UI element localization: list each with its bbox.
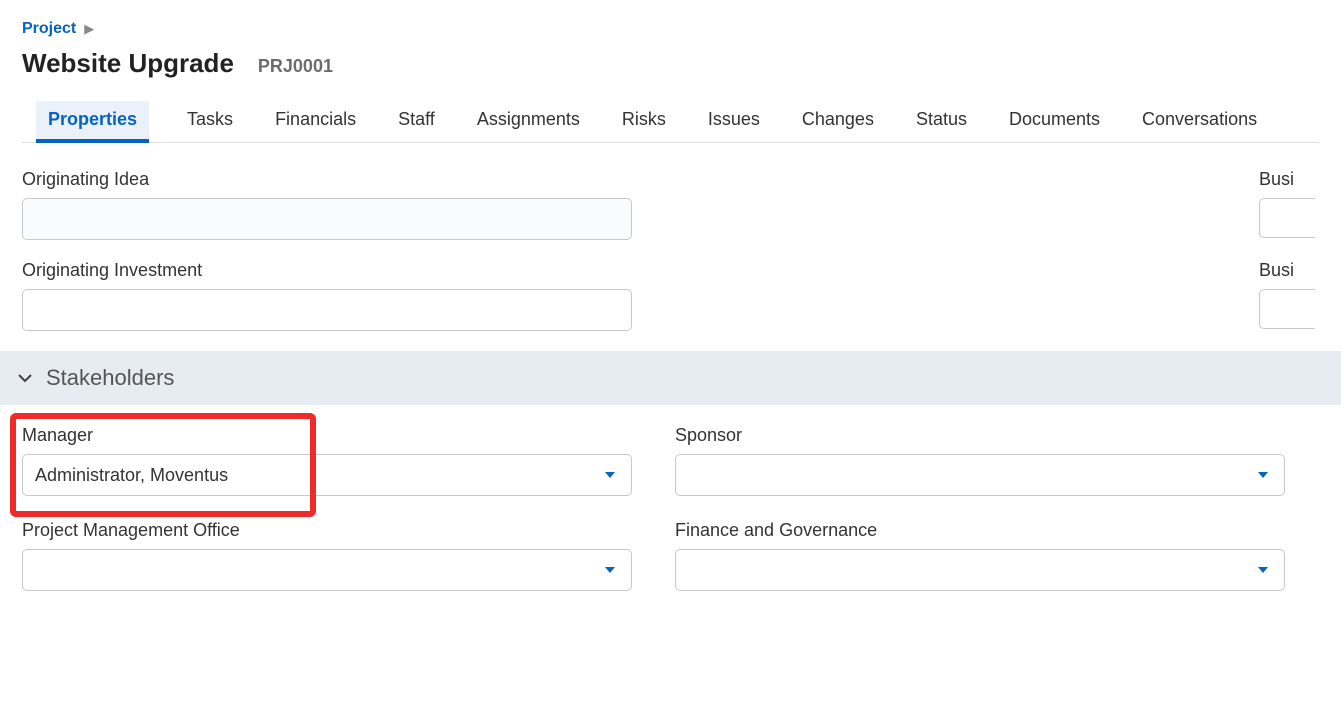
- chevron-right-icon: ▶: [84, 21, 94, 37]
- tab-properties[interactable]: Properties: [36, 101, 149, 142]
- tab-bar: Properties Tasks Financials Staff Assign…: [22, 101, 1319, 143]
- label-originating-investment: Originating Investment: [22, 260, 647, 281]
- label-partial-right-1: Busi: [1259, 169, 1319, 190]
- dropdown-pmo[interactable]: [22, 549, 632, 591]
- field-manager: Manager Administrator, Moventus: [22, 425, 647, 496]
- label-manager: Manager: [22, 425, 647, 446]
- input-originating-investment[interactable]: [22, 289, 632, 331]
- input-partial-right-1[interactable]: [1259, 198, 1315, 238]
- caret-down-icon: [1256, 470, 1270, 480]
- tab-risks[interactable]: Risks: [618, 101, 670, 142]
- title-row: Website Upgrade PRJ0001: [22, 48, 1319, 79]
- input-originating-idea[interactable]: [22, 198, 632, 240]
- label-sponsor: Sponsor: [675, 425, 1300, 446]
- page-title: Website Upgrade: [22, 48, 234, 79]
- caret-down-icon: [603, 470, 617, 480]
- input-partial-right-2[interactable]: [1259, 289, 1315, 329]
- tab-conversations[interactable]: Conversations: [1138, 101, 1261, 142]
- tab-status[interactable]: Status: [912, 101, 971, 142]
- tab-staff[interactable]: Staff: [394, 101, 439, 142]
- label-finance: Finance and Governance: [675, 520, 1300, 541]
- project-code: PRJ0001: [258, 56, 333, 77]
- section-title-stakeholders: Stakeholders: [46, 365, 174, 391]
- label-pmo: Project Management Office: [22, 520, 647, 541]
- field-finance: Finance and Governance: [675, 520, 1300, 591]
- dropdown-finance[interactable]: [675, 549, 1285, 591]
- tab-financials[interactable]: Financials: [271, 101, 360, 142]
- label-partial-right-2: Busi: [1259, 260, 1319, 281]
- stakeholder-grid: Manager Administrator, Moventus Sponsor …: [22, 425, 1319, 591]
- tab-changes[interactable]: Changes: [798, 101, 878, 142]
- section-header-stakeholders: Stakeholders: [0, 351, 1341, 405]
- tab-documents[interactable]: Documents: [1005, 101, 1104, 142]
- row-originating-investment: Originating Investment Busi: [22, 260, 1319, 331]
- page-container: Project ▶ Website Upgrade PRJ0001 Proper…: [0, 0, 1341, 621]
- caret-down-icon: [1256, 565, 1270, 575]
- tab-assignments[interactable]: Assignments: [473, 101, 584, 142]
- dropdown-manager[interactable]: Administrator, Moventus: [22, 454, 632, 496]
- chevron-down-icon[interactable]: [18, 370, 32, 386]
- breadcrumb: Project ▶: [22, 20, 1319, 38]
- label-originating-idea: Originating Idea: [22, 169, 647, 190]
- tab-tasks[interactable]: Tasks: [183, 101, 237, 142]
- breadcrumb-project-link[interactable]: Project: [22, 20, 76, 38]
- caret-down-icon: [603, 565, 617, 575]
- field-pmo: Project Management Office: [22, 520, 647, 591]
- dropdown-sponsor[interactable]: [675, 454, 1285, 496]
- dropdown-manager-value: Administrator, Moventus: [35, 465, 228, 486]
- row-originating-idea: Originating Idea Busi: [22, 169, 1319, 240]
- field-sponsor: Sponsor: [675, 425, 1300, 496]
- tab-issues[interactable]: Issues: [704, 101, 764, 142]
